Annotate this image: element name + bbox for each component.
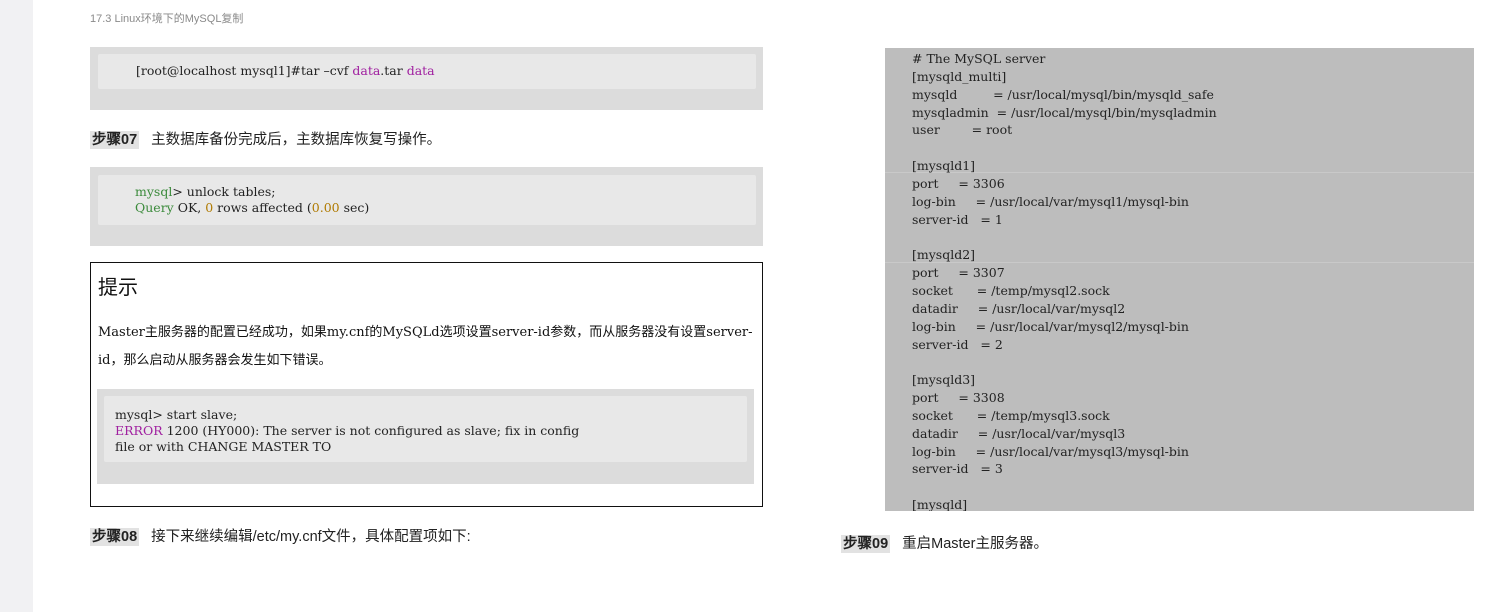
query-time: 0.00 bbox=[311, 200, 340, 215]
config-lines: # The MySQL server [mysqld_multi]mysqld =… bbox=[912, 50, 1217, 511]
config-line: socket = /temp/mysql3.sock bbox=[912, 407, 1110, 423]
config-line bbox=[912, 478, 1217, 496]
tip-code-line2: 1200 (HY000): The server is not configur… bbox=[162, 423, 580, 438]
config-line: log-bin = /usr/local/var/mysql3/mysql-bi… bbox=[912, 443, 1189, 459]
code-block-unlock: mysql> unlock tables; Query OK, 0 rows a… bbox=[90, 167, 763, 246]
tip-title: 提示 bbox=[98, 277, 138, 299]
config-line bbox=[912, 139, 1217, 157]
config-line: log-bin = /usr/local/var/mysql2/mysql-bi… bbox=[912, 318, 1189, 334]
code-line-tar: [root@localhost mysql1]#tar –cvf data.ta… bbox=[136, 63, 435, 79]
step-08-text: 接下来继续编辑/etc/my.cnf文件，具体配置项如下: bbox=[151, 529, 471, 545]
config-line: server-id = 2 bbox=[912, 336, 1003, 352]
code-block-unlock-inner: mysql> unlock tables; Query OK, 0 rows a… bbox=[98, 175, 756, 225]
step-07: 步骤07 主数据库备份完成后，主数据库恢复写操作。 bbox=[90, 128, 441, 149]
tar-file: data bbox=[352, 63, 381, 78]
config-line: [mysqld3] bbox=[912, 372, 976, 388]
config-line: port = 3308 bbox=[912, 390, 1005, 406]
config-line: [mysqld1] bbox=[912, 158, 976, 174]
tar-ext: .tar bbox=[380, 63, 407, 78]
config-line: port = 3307 bbox=[912, 265, 1005, 281]
tip-body: Master主服务器的配置已经成功，如果my.cnf的MySQLd选项设置ser… bbox=[98, 325, 753, 368]
step-07-text: 主数据库备份完成后，主数据库恢复写操作。 bbox=[151, 132, 442, 148]
step-09-tag: 步骤09 bbox=[841, 535, 891, 553]
config-line: datadir = /usr/local/var/mysql3 bbox=[912, 425, 1126, 441]
config-line: mysqladmin = /usr/local/mysql/bin/mysqla… bbox=[912, 104, 1217, 120]
query-b: rows affected ( bbox=[213, 200, 312, 215]
config-line: socket = /temp/mysql2.sock bbox=[912, 282, 1110, 298]
running-header: 17.3 Linux环境下的MySQL复制 bbox=[90, 13, 244, 25]
unlock-rest: > unlock tables; bbox=[172, 184, 276, 199]
query-num: 0 bbox=[205, 200, 214, 215]
tip-code-line3: file or with CHANGE MASTER TO bbox=[115, 439, 332, 454]
query-c: sec) bbox=[339, 200, 370, 215]
tar-prompt: [root@localhost mysql1]#tar –cvf bbox=[136, 63, 353, 78]
config-line bbox=[912, 353, 1217, 371]
code-block-tar-inner: [root@localhost mysql1]#tar –cvf data.ta… bbox=[98, 54, 756, 89]
tip-code-lines: mysql> start slave; ERROR 1200 (HY000): … bbox=[115, 407, 579, 455]
code-lines-unlock: mysql> unlock tables; Query OK, 0 rows a… bbox=[135, 184, 369, 216]
config-code-panel: # The MySQL server [mysqld_multi]mysqld =… bbox=[885, 48, 1474, 511]
config-line: [mysqld] bbox=[912, 497, 968, 511]
config-line: mysqld = /usr/local/mysql/bin/mysqld_saf… bbox=[912, 86, 1214, 102]
config-line: log-bin = /usr/local/var/mysql1/mysql-bi… bbox=[912, 193, 1189, 209]
query-kw: Query bbox=[135, 200, 174, 215]
config-line: server-id = 3 bbox=[912, 461, 1003, 477]
step-08-tag: 步骤08 bbox=[90, 528, 140, 546]
left-gutter bbox=[0, 0, 33, 612]
config-line: server-id = 1 bbox=[912, 211, 1003, 227]
tip-code-error: ERROR bbox=[115, 423, 163, 438]
tip-code-inner: mysql> start slave; ERROR 1200 (HY000): … bbox=[104, 396, 747, 462]
tip-code-line1: mysql> start slave; bbox=[115, 407, 238, 422]
config-line bbox=[912, 228, 1217, 246]
tip-code-block: mysql> start slave; ERROR 1200 (HY000): … bbox=[97, 389, 754, 484]
unlock-kw: mysql bbox=[135, 184, 173, 199]
config-line: user = root bbox=[912, 122, 1013, 138]
step-07-tag: 步骤07 bbox=[90, 131, 140, 149]
tar-dir: data bbox=[406, 63, 435, 78]
step-08: 步骤08 接下来继续编辑/etc/my.cnf文件，具体配置项如下: bbox=[90, 525, 471, 546]
config-line: datadir = /usr/local/var/mysql2 bbox=[912, 300, 1126, 316]
query-a: OK, bbox=[173, 200, 206, 215]
code-block-tar: [root@localhost mysql1]#tar –cvf data.ta… bbox=[90, 47, 763, 110]
config-line: port = 3306 bbox=[912, 175, 1005, 191]
tip-box: 提示 Master主服务器的配置已经成功，如果my.cnf的MySQLd选项设置… bbox=[90, 262, 763, 507]
step-09-text: 重启Master主服务器。 bbox=[902, 536, 1048, 552]
step-09: 步骤09 重启Master主服务器。 bbox=[841, 532, 1048, 553]
config-line: # The MySQL server bbox=[912, 51, 1046, 66]
config-line: [mysqld_multi] bbox=[912, 68, 1007, 84]
config-line: [mysqld2] bbox=[912, 247, 976, 263]
